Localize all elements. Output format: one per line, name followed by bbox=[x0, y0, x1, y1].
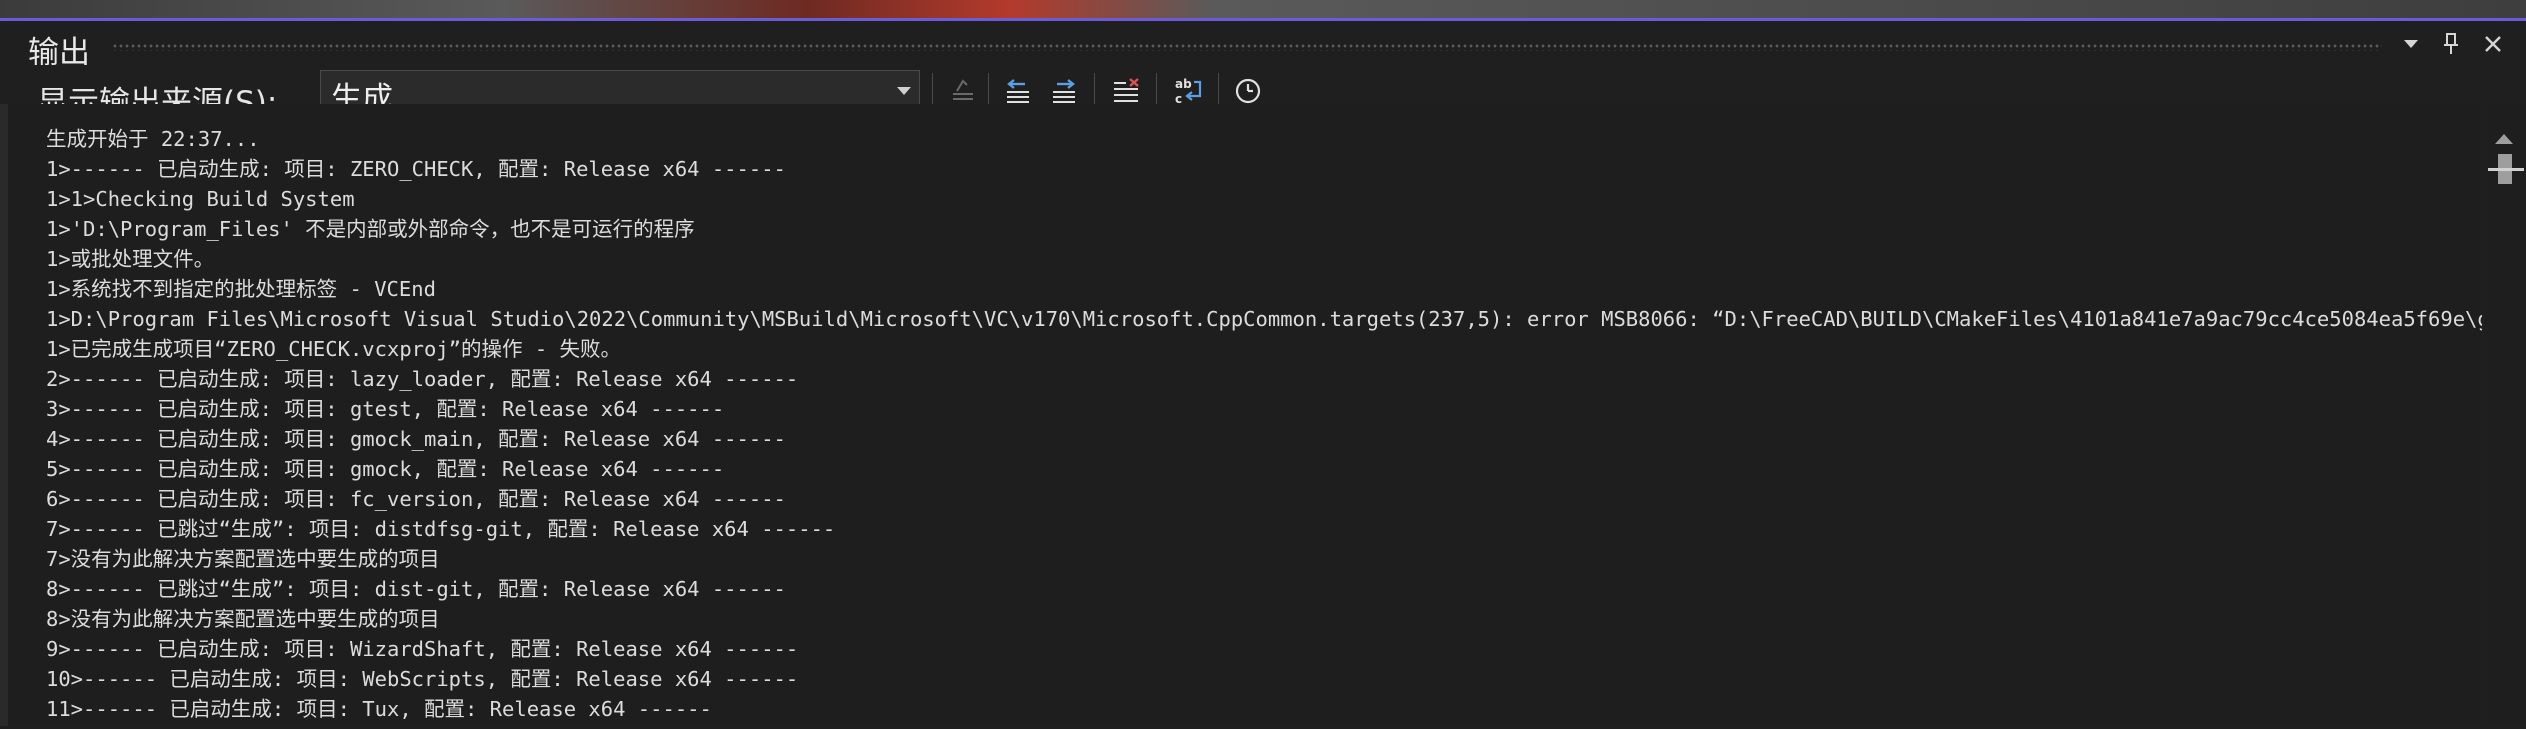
output-line: 8>没有为此解决方案配置选中要生成的项目 bbox=[46, 607, 440, 631]
output-line: 1>1>Checking Build System bbox=[46, 187, 355, 211]
output-line: 1>系统找不到指定的批处理标签 - VCEnd bbox=[46, 277, 436, 301]
svg-text:ab: ab bbox=[1175, 77, 1192, 91]
output-line: 2>------ 已启动生成: 项目: lazy_loader, 配置: Rel… bbox=[46, 367, 799, 391]
scroll-up-arrow-icon[interactable] bbox=[2495, 134, 2513, 144]
left-edge bbox=[0, 104, 8, 726]
vertical-scrollbar[interactable] bbox=[2484, 104, 2526, 726]
output-line: 1>'D:\Program_Files' 不是内部或外部命令，也不是可运行的程序 bbox=[46, 217, 695, 241]
next-message-icon bbox=[1053, 79, 1075, 103]
clear-all-icon bbox=[1114, 78, 1139, 102]
title-drag-grip[interactable] bbox=[112, 43, 2382, 51]
output-line: 3>------ 已启动生成: 项目: gtest, 配置: Release x… bbox=[46, 397, 725, 421]
output-line: 7>没有为此解决方案配置选中要生成的项目 bbox=[46, 547, 440, 571]
output-line: 4>------ 已启动生成: 项目: gmock_main, 配置: Rele… bbox=[46, 427, 786, 451]
output-line: 1>------ 已启动生成: 项目: ZERO_CHECK, 配置: Rele… bbox=[46, 157, 786, 181]
pin-button[interactable] bbox=[2436, 29, 2466, 59]
scroll-position-marker bbox=[2488, 168, 2524, 171]
close-icon bbox=[2485, 36, 2501, 52]
window-position-dropdown-button[interactable] bbox=[2396, 29, 2426, 59]
output-line: 10>------ 已启动生成: 项目: WebScripts, 配置: Rel… bbox=[46, 667, 799, 691]
output-line: 11>------ 已启动生成: 项目: Tux, 配置: Release x6… bbox=[46, 697, 712, 721]
close-button[interactable] bbox=[2478, 29, 2508, 59]
chevron-down-icon bbox=[897, 87, 911, 95]
output-line: 1>或批处理文件。 bbox=[46, 247, 215, 271]
chevron-down-icon bbox=[2404, 40, 2418, 48]
output-line: 1>D:\Program Files\Microsoft Visual Stud… bbox=[46, 307, 2482, 331]
output-line: 6>------ 已启动生成: 项目: fc_version, 配置: Rele… bbox=[46, 487, 786, 511]
word-wrap-icon: ab c bbox=[1175, 77, 1202, 106]
output-line: 9>------ 已启动生成: 项目: WizardShaft, 配置: Rel… bbox=[46, 637, 799, 661]
previous-message-icon bbox=[1007, 79, 1029, 103]
pin-icon bbox=[2444, 33, 2458, 54]
titlebar[interactable]: 输出 bbox=[0, 21, 2526, 71]
output-line: 8>------ 已跳过“生成”: 项目: dist-git, 配置: Rele… bbox=[46, 577, 786, 601]
output-text-area[interactable]: 生成开始于 22:37... 1>------ 已启动生成: 项目: ZERO_… bbox=[8, 104, 2482, 726]
output-line: 7>------ 已跳过“生成”: 项目: distdfsg-git, 配置: … bbox=[46, 517, 836, 541]
output-line: 1>已完成生成项目“ZERO_CHECK.vcxproj”的操作 - 失败。 bbox=[46, 337, 622, 361]
goto-code-icon bbox=[953, 79, 973, 100]
output-line: 生成开始于 22:37... bbox=[46, 127, 260, 151]
output-line: 5>------ 已启动生成: 项目: gmock, 配置: Release x… bbox=[46, 457, 725, 481]
clock-icon bbox=[1235, 78, 1261, 104]
